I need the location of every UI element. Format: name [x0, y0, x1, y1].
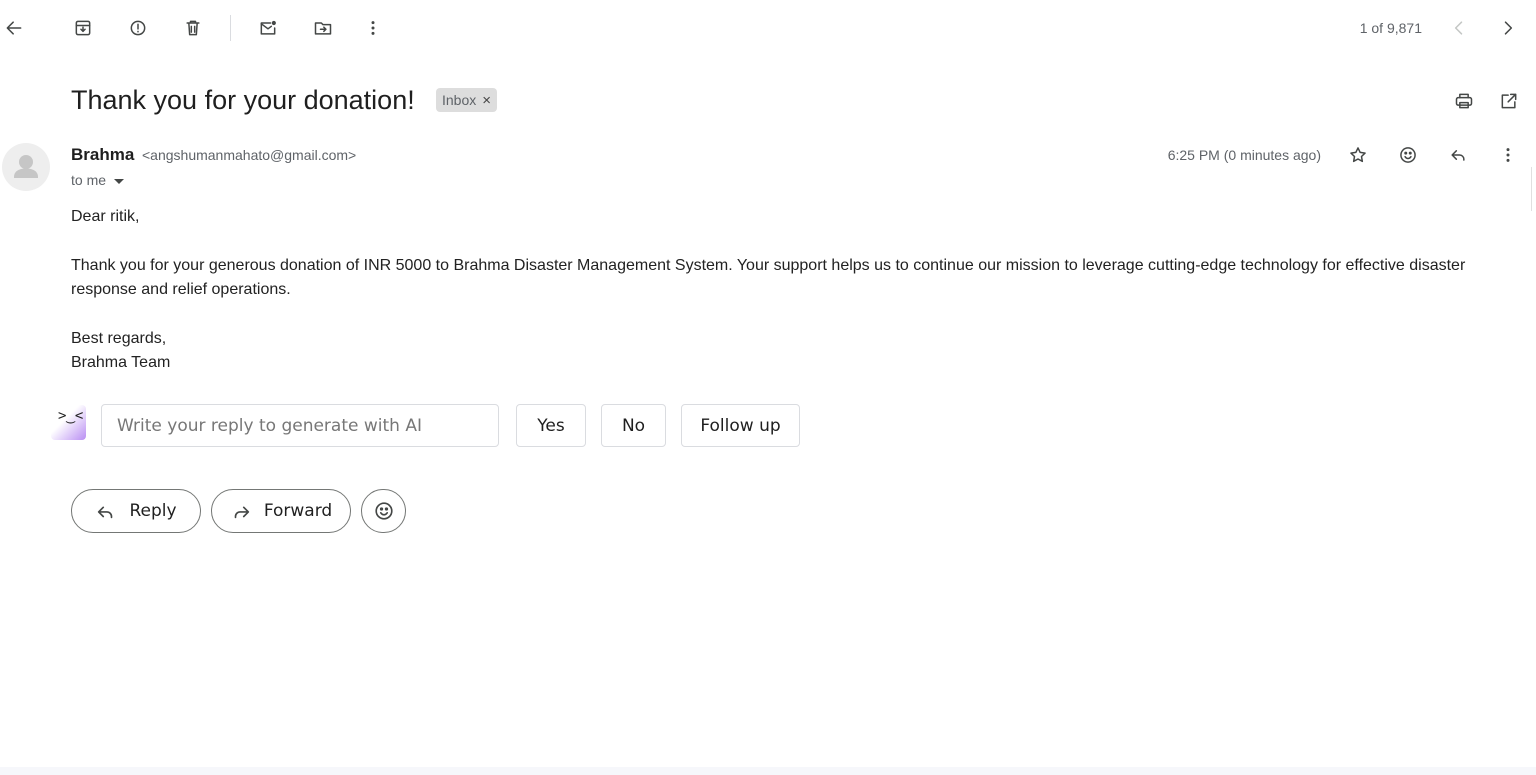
- back-arrow-icon[interactable]: [0, 10, 32, 46]
- suggestion-follow-up-button[interactable]: Follow up: [681, 404, 800, 447]
- reply-icon: [98, 506, 113, 519]
- open-new-window-icon[interactable]: [1491, 83, 1527, 119]
- delete-icon[interactable]: [175, 10, 211, 46]
- archive-icon[interactable]: [65, 10, 101, 46]
- reply-icon[interactable]: [1440, 137, 1476, 173]
- forward-icon: [234, 506, 249, 519]
- remove-label-icon[interactable]: ×: [482, 92, 491, 109]
- emoji-icon: [374, 502, 393, 520]
- reply-label: Reply: [129, 501, 177, 521]
- chevron-right-icon[interactable]: [1490, 10, 1526, 46]
- ai-assistant-logo-icon: >‿<: [51, 405, 86, 440]
- report-spam-icon[interactable]: [120, 10, 156, 46]
- recipient-label: to me: [71, 172, 107, 188]
- emoji-icon[interactable]: [1390, 137, 1426, 173]
- sender-name[interactable]: Brahma: [71, 145, 134, 165]
- toolbar-divider: [230, 15, 231, 41]
- email-subject: Thank you for your donation!: [71, 85, 415, 115]
- label-chip-text: Inbox: [442, 92, 477, 108]
- star-icon[interactable]: [1340, 137, 1376, 173]
- recipient-toggle[interactable]: to me: [71, 172, 125, 188]
- forward-button[interactable]: Forward: [211, 489, 351, 533]
- message-timestamp: 6:25 PM (0 minutes ago): [1167, 147, 1321, 163]
- ai-reply-placeholder: Write your reply to generate with AI: [117, 415, 422, 436]
- email-body: Dear ritik, Thank you for your generous …: [71, 205, 1501, 375]
- inbox-label-chip[interactable]: Inbox ×: [436, 88, 498, 112]
- ai-reply-input[interactable]: Write your reply to generate with AI: [101, 404, 499, 447]
- more-vert-icon[interactable]: [355, 10, 391, 46]
- bottom-strip: [0, 767, 1536, 775]
- signoff-line-2: Brahma Team: [71, 354, 171, 371]
- greeting: Dear ritik,: [71, 208, 140, 225]
- forward-label: Forward: [263, 501, 333, 521]
- mark-unread-icon[interactable]: [250, 10, 286, 46]
- sender-email: <angshumanmahato@gmail.com>: [142, 147, 357, 163]
- pagination-count: 1 of 9,871: [1359, 20, 1422, 36]
- suggestion-no-button[interactable]: No: [601, 404, 666, 447]
- print-icon[interactable]: [1446, 83, 1482, 119]
- chevron-down-icon[interactable]: [114, 178, 125, 184]
- suggestion-yes-button[interactable]: Yes: [516, 404, 586, 447]
- reply-button[interactable]: Reply: [71, 489, 201, 533]
- move-to-icon[interactable]: [305, 10, 341, 46]
- signoff-line-1: Best regards,: [71, 330, 167, 347]
- ai-logo-glyph: >‿<: [58, 408, 84, 424]
- chevron-left-icon[interactable]: [1441, 10, 1477, 46]
- side-panel-edge: [1531, 167, 1536, 211]
- emoji-reaction-button[interactable]: [361, 489, 406, 533]
- avatar[interactable]: [2, 143, 50, 191]
- body-paragraph: Thank you for your generous donation of …: [71, 257, 1466, 298]
- more-vert-icon[interactable]: [1490, 137, 1526, 173]
